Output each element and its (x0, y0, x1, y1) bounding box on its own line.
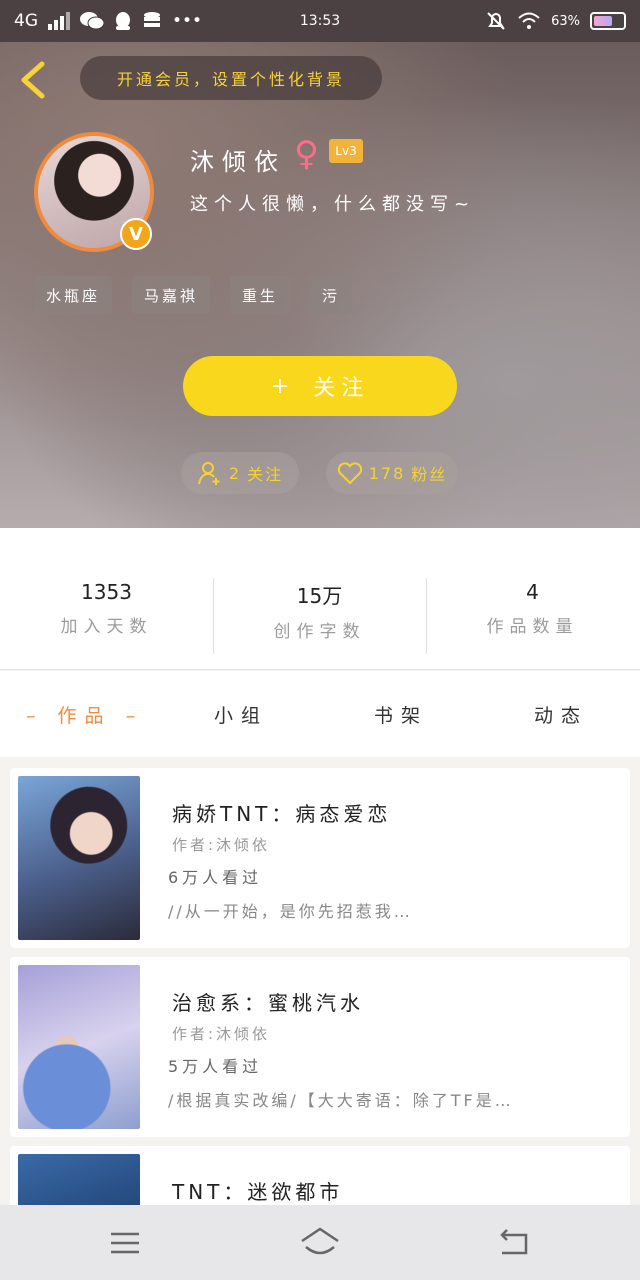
tab-label: 书架 (374, 705, 429, 727)
battery-level (594, 16, 612, 26)
level-badge: Lv3 (329, 139, 363, 163)
heart-icon (337, 462, 362, 485)
system-nav-bar (0, 1205, 640, 1280)
tab-label: 作品 (57, 705, 112, 727)
follow-button[interactable]: + 关注 (183, 356, 457, 416)
stat-value: 4 (526, 580, 539, 604)
tag[interactable]: 重生 (230, 276, 291, 314)
fans-count-button[interactable]: 178 粉丝 (326, 452, 458, 494)
follows-count: 2 (228, 463, 242, 483)
tab-label: 动态 (534, 705, 589, 727)
follows-count-button[interactable]: 2 关注 (181, 452, 299, 494)
tag[interactable]: 水瓶座 (34, 276, 113, 314)
work-title: TNT：迷欲都市 (172, 1180, 344, 1204)
tag[interactable]: 马嘉祺 (132, 276, 211, 314)
back-icon[interactable] (496, 1225, 536, 1261)
tag[interactable]: 污 (310, 276, 353, 314)
stat-label: 作品数量 (486, 617, 579, 637)
stat-label: 加入天数 (60, 617, 153, 637)
stats-panel: 1353 加入天数 15万 创作字数 4 作品数量 (0, 528, 640, 670)
tag-list: 水瓶座 马嘉祺 重生 污 (34, 276, 353, 314)
work-card[interactable]: 治愈系：蜜桃汽水 作者:沐倾依 5万人看过 /根据真实改编/【大大寄语：除了TF… (10, 957, 630, 1137)
profile-bio: 这个人很懒，什么都没写~ (190, 194, 476, 215)
status-bar: 4G ••• 13:53 63% (0, 0, 640, 42)
stat-join-days: 1353 加入天数 (0, 580, 213, 637)
verified-badge: V (120, 218, 152, 250)
fans-count: 178 (368, 463, 406, 483)
tab-groups[interactable]: 小组 (214, 701, 268, 728)
stat-works-count: 4 作品数量 (426, 580, 639, 637)
battery-icon (590, 12, 626, 30)
clock: 13:53 (299, 13, 341, 29)
stat-value: 1353 (81, 580, 132, 604)
work-views: 6万人看过 (168, 868, 263, 887)
work-card[interactable]: 病娇TNT：病态爱恋 作者:沐倾依 6万人看过 //从一开始，是你先招惹我… (10, 768, 630, 948)
work-title: 病娇TNT：病态爱恋 (172, 802, 392, 826)
plus-icon: + (270, 373, 296, 399)
stat-value: 15万 (296, 584, 343, 608)
username: 沐倾依 (190, 148, 286, 176)
work-views: 5万人看过 (168, 1057, 263, 1076)
tab-label: 小组 (214, 705, 269, 727)
work-cover-image (18, 965, 140, 1129)
work-author: 作者:沐倾依 (172, 836, 271, 854)
back-arrow-icon[interactable] (18, 60, 48, 100)
fans-label: 粉丝 (411, 465, 448, 484)
tab-bar: – 作品 – 小组 书架 动态 (0, 671, 640, 757)
vip-banner-button[interactable]: 开通会员，设置个性化背景 (80, 56, 382, 100)
tab-bookshelf[interactable]: 书架 (374, 701, 428, 728)
tab-activity[interactable]: 动态 (534, 701, 588, 728)
work-intro: /根据真实改编/【大大寄语：除了TF是… (168, 1091, 514, 1110)
work-intro: //从一开始，是你先招惹我… (168, 902, 413, 921)
home-icon[interactable] (298, 1225, 342, 1261)
work-title: 治愈系：蜜桃汽水 (172, 991, 364, 1015)
work-cover-image (18, 776, 140, 940)
profile-header: 开通会员，设置个性化背景 V 沐倾依 ♀ Lv3 这个人很懒，什么都没写~ 水瓶… (0, 42, 640, 528)
female-gender-icon: ♀ (294, 134, 319, 174)
follows-label: 关注 (247, 465, 284, 484)
stat-label: 创作字数 (273, 622, 366, 642)
stat-word-count: 15万 创作字数 (213, 580, 426, 642)
follow-button-label: 关注 (313, 376, 370, 401)
menu-icon[interactable] (105, 1225, 145, 1261)
tab-works[interactable]: – 作品 – (26, 701, 143, 728)
work-author: 作者:沐倾依 (172, 1025, 271, 1043)
add-user-icon (197, 462, 220, 485)
